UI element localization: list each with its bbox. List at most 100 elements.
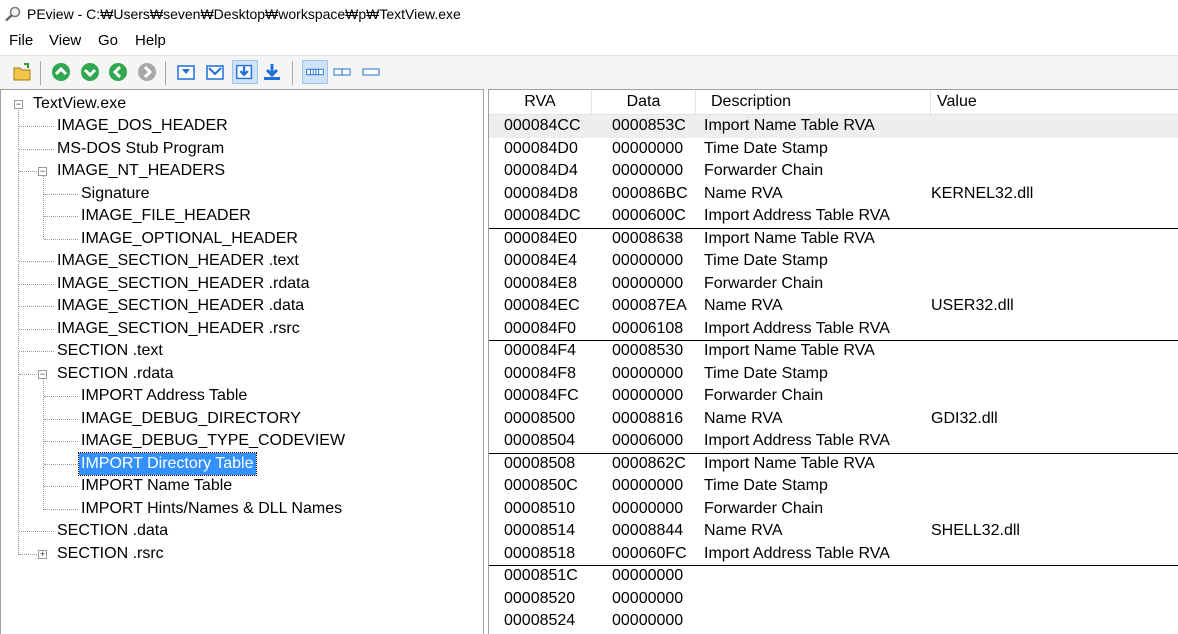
list-row[interactable]: 000084DC 0000600C Import Address Table RVA [489, 205, 1178, 228]
list-row[interactable]: 000084E8 00000000 Forwarder Chain [489, 273, 1178, 296]
view-icon-4[interactable] [262, 62, 282, 82]
cell-data: 00000000 [612, 364, 684, 382]
list-row[interactable]: 000084EC 000087EA Name RVA USER32.dll [489, 295, 1178, 318]
tree-item-import-address-table[interactable]: IMPORT Address Table [1, 385, 481, 407]
cell-description: Import Name Table RVA [704, 229, 875, 247]
tree-item-section-data[interactable]: SECTION .data [1, 520, 481, 542]
tree-item-image-optional-header[interactable]: IMAGE_OPTIONAL_HEADER [1, 228, 481, 250]
go-down-icon[interactable] [80, 62, 100, 82]
list-row[interactable]: 000084D0 00000000 Time Date Stamp [489, 138, 1178, 161]
cell-value: USER32.dll [931, 297, 1014, 314]
cell-data: 00008816 [612, 409, 684, 427]
tree-connector [19, 126, 54, 127]
column-header-value[interactable]: Value [931, 90, 1178, 114]
cell-value: GDI32.dll [931, 409, 998, 427]
tree-item-section-header-rsrc[interactable]: IMAGE_SECTION_HEADER .rsrc [1, 318, 481, 340]
tree-item-import-hints-names[interactable]: IMPORT Hints/Names & DLL Names [1, 498, 481, 520]
list-row[interactable]: 000084F8 00000000 Time Date Stamp [489, 363, 1178, 386]
collapse-icon[interactable]: − [38, 370, 47, 379]
list-row[interactable]: 00008510 00000000 Forwarder Chain [489, 498, 1178, 521]
tree-item-section-header-rdata[interactable]: IMAGE_SECTION_HEADER .rdata [1, 273, 481, 295]
collapse-icon[interactable]: − [38, 167, 47, 176]
cell-rva: 0000851C [504, 567, 578, 584]
cell-description: Forwarder Chain [704, 387, 824, 404]
byte-view-icon[interactable] [302, 60, 328, 84]
list-row[interactable]: 000084E0 00008638 Import Name Table RVA [489, 228, 1178, 251]
cell-rva: 00008508 [504, 454, 576, 472]
list-row[interactable]: 000084FC 00000000 Forwarder Chain [489, 385, 1178, 408]
cell-rva: 000084F0 [504, 319, 577, 337]
cell-data: 00000000 [612, 612, 684, 629]
open-file-icon[interactable] [12, 62, 32, 82]
list-row[interactable]: 0000850C 00000000 Time Date Stamp [489, 475, 1178, 498]
list-row[interactable]: 00008500 00008816 Name RVA GDI32.dll [489, 408, 1178, 431]
cell-description: Import Name Table RVA [704, 342, 875, 359]
view-icon-2[interactable] [205, 62, 225, 82]
list-row[interactable]: 00008504 00006000 Import Address Table RVA [489, 430, 1178, 453]
cell-data: 00000000 [612, 274, 684, 292]
list-row[interactable]: 000084F4 00008530 Import Name Table RVA [489, 340, 1178, 363]
tree-item-image-nt-headers[interactable]: − IMAGE_NT_HEADERS [1, 160, 481, 182]
menu-help[interactable]: Help [135, 32, 166, 49]
word-view-icon[interactable] [333, 62, 353, 82]
list-row[interactable]: 00008520 00000000 [489, 588, 1178, 611]
column-header-data[interactable]: Data [592, 90, 696, 114]
cell-rva: 00008514 [504, 522, 576, 539]
menu-view[interactable]: View [49, 32, 81, 49]
tree-item-ms-dos-stub[interactable]: MS-DOS Stub Program [1, 138, 481, 160]
tree-item-label-selected: IMPORT Directory Table [78, 452, 257, 476]
dword-view-icon[interactable] [362, 62, 382, 82]
list-row[interactable]: 000084D4 00000000 Forwarder Chain [489, 160, 1178, 183]
cell-rva: 000084E8 [504, 274, 577, 292]
tree-item-import-name-table[interactable]: IMPORT Name Table [1, 475, 481, 497]
cell-rva: 00008504 [504, 432, 576, 449]
column-header-rva[interactable]: RVA [489, 90, 592, 114]
list-row[interactable]: 000084D8 000086BC Name RVA KERNEL32.dll [489, 183, 1178, 206]
detail-list[interactable]: RVA Data Description Value 000084CC 00008… [488, 89, 1178, 634]
column-header-description[interactable]: Description [696, 90, 931, 114]
cell-data: 000087EA [612, 297, 687, 314]
list-row[interactable]: 00008518 000060FC Import Address Table RVA [489, 543, 1178, 566]
cell-description: Import Address Table RVA [704, 319, 890, 337]
view-icon-3[interactable] [232, 60, 258, 84]
tree-item-section-header-data[interactable]: IMAGE_SECTION_HEADER .data [1, 295, 481, 317]
tree-item-image-debug-directory[interactable]: IMAGE_DEBUG_DIRECTORY [1, 408, 481, 430]
tree-item-section-rdata[interactable]: − SECTION .rdata [1, 363, 481, 385]
tree-item-label: IMAGE_DOS_HEADER [57, 117, 228, 134]
tree-item-image-file-header[interactable]: IMAGE_FILE_HEADER [1, 205, 481, 227]
list-row[interactable]: 00008524 00000000 [489, 610, 1178, 633]
tree-item-signature[interactable]: Signature [1, 183, 481, 205]
list-row[interactable]: 000084F0 00006108 Import Address Table RVA [489, 318, 1178, 341]
list-row[interactable]: 00008514 00008844 Name RVA SHELL32.dll [489, 520, 1178, 543]
view-icon-1[interactable] [176, 62, 196, 82]
tree-item-textview-exe[interactable]: − TextView.exe [1, 93, 481, 115]
collapse-icon[interactable]: − [14, 100, 23, 109]
expand-icon[interactable]: + [38, 550, 47, 559]
list-header: RVA Data Description Value [489, 90, 1178, 115]
list-row[interactable]: 0000851C 00000000 [489, 565, 1178, 588]
tree-item-section-rsrc[interactable]: + SECTION .rsrc [1, 543, 481, 565]
cell-rva: 000084EC [504, 297, 580, 314]
go-up-icon[interactable] [51, 62, 71, 82]
tree-item-label: IMAGE_FILE_HEADER [81, 207, 251, 224]
menu-go[interactable]: Go [98, 32, 118, 49]
list-row[interactable]: 000084E4 00000000 Time Date Stamp [489, 250, 1178, 273]
tree-item-import-directory-table[interactable]: IMPORT Directory Table [1, 452, 481, 476]
menu-file[interactable]: File [9, 32, 33, 49]
forward-icon[interactable] [137, 62, 157, 82]
cell-description: Import Name Table RVA [704, 454, 875, 472]
cell-description: Name RVA [704, 184, 783, 202]
tree-item-image-debug-type-codeview[interactable]: IMAGE_DEBUG_TYPE_CODEVIEW [1, 430, 481, 452]
tree-item-section-text[interactable]: SECTION .text [1, 340, 481, 362]
cell-data: 00000000 [612, 387, 684, 404]
tree-view[interactable]: − TextView.exe IMAGE_DOS_HEADER MS-DOS S… [0, 89, 484, 634]
cell-description: Time Date Stamp [704, 364, 828, 382]
back-icon[interactable] [108, 62, 128, 82]
cell-data: 00000000 [612, 477, 684, 494]
list-row[interactable]: 000084CC 0000853C Import Name Table RVA [489, 115, 1178, 138]
tree-item-image-dos-header[interactable]: IMAGE_DOS_HEADER [1, 115, 481, 137]
cell-rva: 0000850C [504, 477, 578, 494]
list-row[interactable]: 00008508 0000862C Import Name Table RVA [489, 453, 1178, 476]
cell-data: 00000000 [612, 162, 684, 179]
tree-item-section-header-text[interactable]: IMAGE_SECTION_HEADER .text [1, 250, 481, 272]
